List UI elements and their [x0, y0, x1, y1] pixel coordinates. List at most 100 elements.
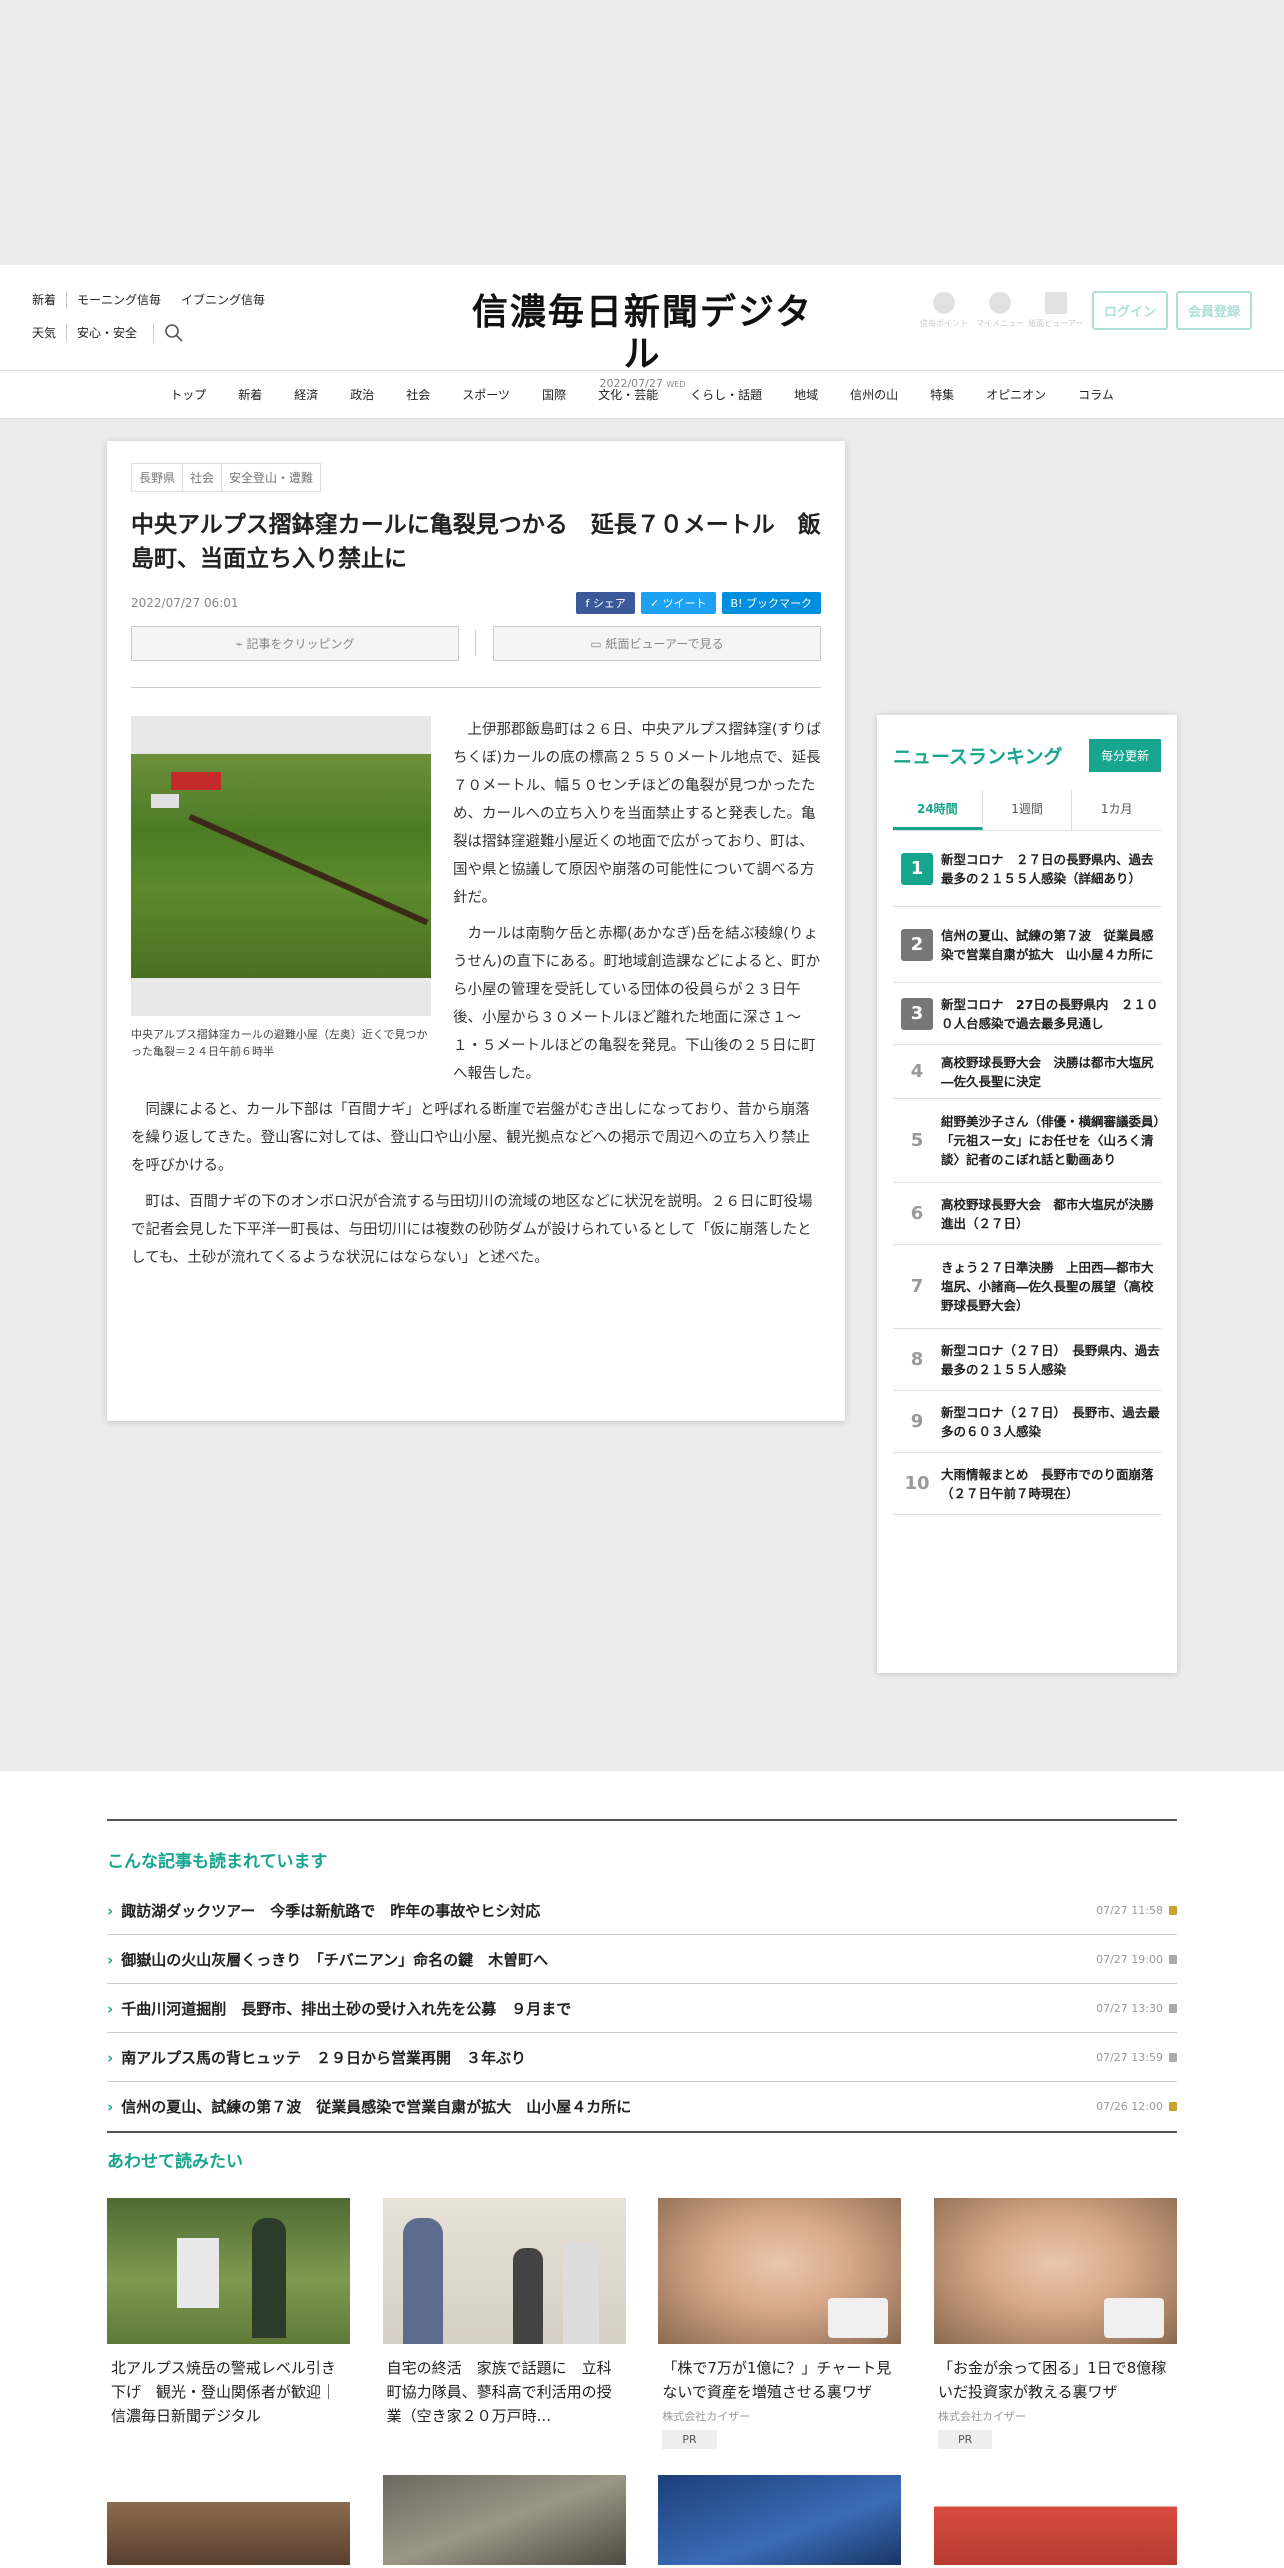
photo-building	[151, 794, 179, 808]
login-button[interactable]: ログイン	[1091, 291, 1168, 330]
recommend-card[interactable]	[658, 2475, 902, 2565]
ranking-title: 高校野球長野大会 都市大塩尻が決勝進出（２７日）	[941, 1196, 1154, 1231]
ranking-title: 新型コロナ（２７日） 長野県内、過去最多の２１５５人感染	[941, 1342, 1160, 1377]
link-weather[interactable]: 天気	[32, 324, 66, 342]
facebook-share-button[interactable]: f シェア	[576, 592, 635, 614]
ranking-item[interactable]: 5 紺野美沙子さん（俳優・横綱審議委員） 「元祖スー女」にお任せを〈山ろく清談〉記…	[893, 1099, 1173, 1183]
nav-top[interactable]: トップ	[154, 386, 222, 403]
list-item-title: 南アルプス馬の背ヒュッテ ２９日から営業再開 ３年ぶり	[107, 2047, 526, 2068]
hatena-bookmark-button[interactable]: B! ブックマーク	[721, 592, 821, 614]
link-new[interactable]: 新着	[32, 291, 66, 309]
bottom-section: こんな記事も読まれています 諏訪湖ダックツアー 今季は新航路で 昨年の事故やヒシ…	[0, 1819, 1284, 2565]
article-paragraph: 町は、百間ナギの下のオンボロ沢が合流する与田切川の流域の地区などに状況を説明。２…	[131, 1194, 813, 1266]
nav-society[interactable]: 社会	[390, 386, 446, 403]
article-paragraph: 同課によると、カール下部は「百間ナギ」と呼ばれる断崖で岩盤がむき出しになっており…	[131, 1102, 811, 1174]
tab-1month[interactable]: 1カ月	[1072, 790, 1161, 830]
article-actions: ⌁ 記事をクリッピング ▭ 紙面ビューアーで見る	[131, 626, 821, 688]
logo[interactable]: 信濃毎日新聞デジタル 2022/07/27 WED	[470, 291, 815, 390]
ranking-number: 3	[893, 997, 941, 1030]
photo-sign	[177, 2238, 219, 2308]
ranking-title: 紺野美沙子さん（俳優・横綱審議委員） 「元祖スー女」にお任せを〈山ろく清談〉記者…	[941, 1114, 1173, 1167]
list-item-title: 諏訪湖ダックツアー 今季は新航路で 昨年の事故やヒシ対応	[107, 1900, 540, 1921]
list-item[interactable]: 千曲川河道掘削 長野市、排出土砂の受け入れ先を公募 ９月まで 07/27 13:3…	[107, 1984, 1177, 2033]
breadcrumb-item[interactable]: 安全登山・遭難	[221, 463, 322, 492]
ranking-item[interactable]: 9 新型コロナ（２７日） 長野市、過去最多の６０３人感染	[893, 1391, 1161, 1453]
also-read-title: こんな記事も読まれています	[107, 1852, 328, 1872]
link-evening[interactable]: イブニング信毎	[171, 291, 275, 309]
card-title: 「株で7万が1億に？」チャート見ないで資産を増殖させる裏ワザ	[662, 2359, 892, 2401]
top-ad-space	[0, 0, 1284, 265]
ranking-item[interactable]: 4 高校野球長野大会 決勝は都市大塩尻―佐久長聖に決定	[893, 1045, 1161, 1099]
list-item[interactable]: 信州の夏山、試練の第７波 従業員感染で営業自粛が拡大 山小屋４カ所に 07/26 …	[107, 2082, 1177, 2131]
link-safety[interactable]: 安心・安全	[66, 324, 147, 342]
mymenu-button[interactable]: マイメニュー	[972, 292, 1028, 329]
facebook-icon: f	[585, 597, 593, 610]
breadcrumb-item[interactable]: 長野県	[131, 463, 184, 492]
breadcrumb-item[interactable]: 社会	[182, 463, 223, 492]
list-item-title: 千曲川河道掘削 長野市、排出土砂の受け入れ先を公募 ９月まで	[107, 1998, 571, 2019]
recommend-card[interactable]	[382, 2475, 626, 2565]
ranking-item[interactable]: 7 きょう２７日準決勝 上田西―都市大塩尻、小諸商―佐久長聖の展望（高校野球長野大…	[893, 1245, 1161, 1329]
ranking-number: 7	[910, 1276, 924, 1297]
ranking-item[interactable]: 6 高校野球長野大会 都市大塩尻が決勝進出（２７日）	[893, 1183, 1161, 1245]
divider	[459, 626, 493, 661]
logo-text: 信濃毎日新聞デジタル	[471, 291, 814, 375]
recommend-card[interactable]: 「株で7万が1億に？」チャート見ないで資産を増殖させる裏ワザ 株式会社カイザー …	[658, 2198, 902, 2449]
recommend-card[interactable]: 「お金が余って困る」1日で8億稼いだ投資家が教える裏ワザ 株式会社カイザー PR	[933, 2198, 1177, 2449]
viewer-link-button[interactable]: ▭ 紙面ビューアーで見る	[493, 626, 821, 661]
nav-new[interactable]: 新着	[222, 386, 278, 403]
list-item[interactable]: 南アルプス馬の背ヒュッテ ２９日から営業再開 ３年ぶり 07/27 13:59	[107, 2033, 1177, 2082]
nav-column[interactable]: コラム	[1062, 386, 1130, 403]
also-read-section: こんな記事も読まれています 諏訪湖ダックツアー 今季は新航路で 昨年の事故やヒシ…	[107, 1819, 1177, 2131]
news-ranking: ニュースランキング 毎分更新 24時間 1週間 1カ月 1 新型コロナ ２７日の長…	[877, 715, 1177, 1673]
ranking-number: 1	[893, 852, 941, 885]
list-item-date: 07/27 13:30	[1096, 2002, 1177, 2015]
ranking-item[interactable]: 8 新型コロナ（２７日） 長野県内、過去最多の２１５５人感染	[893, 1329, 1161, 1391]
nav-opinion[interactable]: オピニオン	[970, 386, 1062, 403]
lock-icon	[1169, 1954, 1177, 1964]
article: 長野県 社会 安全登山・遭難 中央アルプス摺鉢窪カールに亀裂見つかる 延長７０メ…	[107, 441, 845, 1421]
list-item[interactable]: 諏訪湖ダックツアー 今季は新航路で 昨年の事故やヒシ対応 07/27 11:58	[107, 1886, 1177, 1935]
list-item-date: 07/27 13:59	[1096, 2051, 1177, 2064]
also-read-list: 諏訪湖ダックツアー 今季は新航路で 昨年の事故やヒシ対応 07/27 11:58 御…	[107, 1886, 1177, 2131]
article-photo[interactable]	[131, 716, 431, 1016]
photo-person	[562, 2242, 599, 2344]
recommend-card[interactable]	[933, 2475, 1177, 2565]
register-button[interactable]: 会員登録	[1175, 291, 1252, 330]
photo-person	[512, 2248, 543, 2344]
ranking-item[interactable]: 1 新型コロナ ２７日の長野県内、過去最多の２１５５人感染（詳細あり）	[893, 831, 1161, 907]
lock-icon	[1169, 1905, 1177, 1915]
nav-features[interactable]: 特集	[914, 386, 970, 403]
card-title: 自宅の終活 家族で話題に 立科町協力隊員、蓼科高で利活用の授業（空き家２０万戸時…	[386, 2359, 612, 2425]
newspaper-icon	[1044, 292, 1067, 314]
recommend-card[interactable]	[107, 2475, 350, 2565]
tab-1week[interactable]: 1週間	[983, 790, 1073, 830]
ranking-number: 5	[910, 1130, 924, 1151]
header-links: 新着 モーニング信毎 イブニング信毎 天気 安心・安全	[32, 291, 275, 357]
nav-economy[interactable]: 経済	[278, 386, 334, 403]
nav-mountains[interactable]: 信州の山	[834, 386, 914, 403]
clip-button[interactable]: ⌁ 記事をクリッピング	[131, 626, 459, 661]
lock-icon	[1169, 2102, 1177, 2111]
card-image	[933, 2198, 1177, 2344]
site-header: 新着 モーニング信毎 イブニング信毎 天気 安心・安全 信濃毎日新聞デジタル 2…	[0, 265, 1284, 390]
pr-badge: PR	[662, 2430, 717, 2449]
content-area: 長野県 社会 安全登山・遭難 中央アルプス摺鉢窪カールに亀裂見つかる 延長７０メ…	[0, 419, 1284, 1771]
point-button[interactable]: 信毎ポイント	[916, 292, 972, 329]
photo-crack	[188, 814, 429, 926]
twitter-share-button[interactable]: ✓ ツイート	[640, 592, 716, 614]
card-image	[382, 2475, 626, 2565]
point-icon	[932, 292, 955, 314]
ranking-item[interactable]: 10 大雨情報まとめ 長野市でのり面崩落（２７日午前７時現在）	[893, 1453, 1161, 1515]
list-item[interactable]: 御嶽山の火山灰層くっきり 「チバニアン」命名の鍵 木曽町へ 07/27 19:00	[107, 1935, 1177, 1984]
link-morning[interactable]: モーニング信毎	[66, 291, 171, 309]
ranking-item[interactable]: 2 信州の夏山、試練の第７波 従業員感染で営業自粛が拡大 山小屋４カ所に	[893, 907, 1161, 983]
nav-politics[interactable]: 政治	[334, 386, 390, 403]
tab-24h[interactable]: 24時間	[893, 790, 983, 830]
card-image	[933, 2475, 1177, 2565]
recommend-card[interactable]: 北アルプス焼岳の警戒レベル引き下げ 観光・登山関係者が歓迎｜信濃毎日新聞デジタル	[107, 2198, 350, 2449]
search-icon[interactable]	[153, 323, 183, 343]
viewer-button[interactable]: 紙面ビューアー	[1028, 292, 1084, 329]
ranking-item[interactable]: 3 新型コロナ 27日の長野県内 ２１００人台感染で過去最多見通し	[893, 983, 1161, 1045]
recommend-card[interactable]: 自宅の終活 家族で話題に 立科町協力隊員、蓼科高で利活用の授業（空き家２０万戸時…	[382, 2198, 626, 2449]
